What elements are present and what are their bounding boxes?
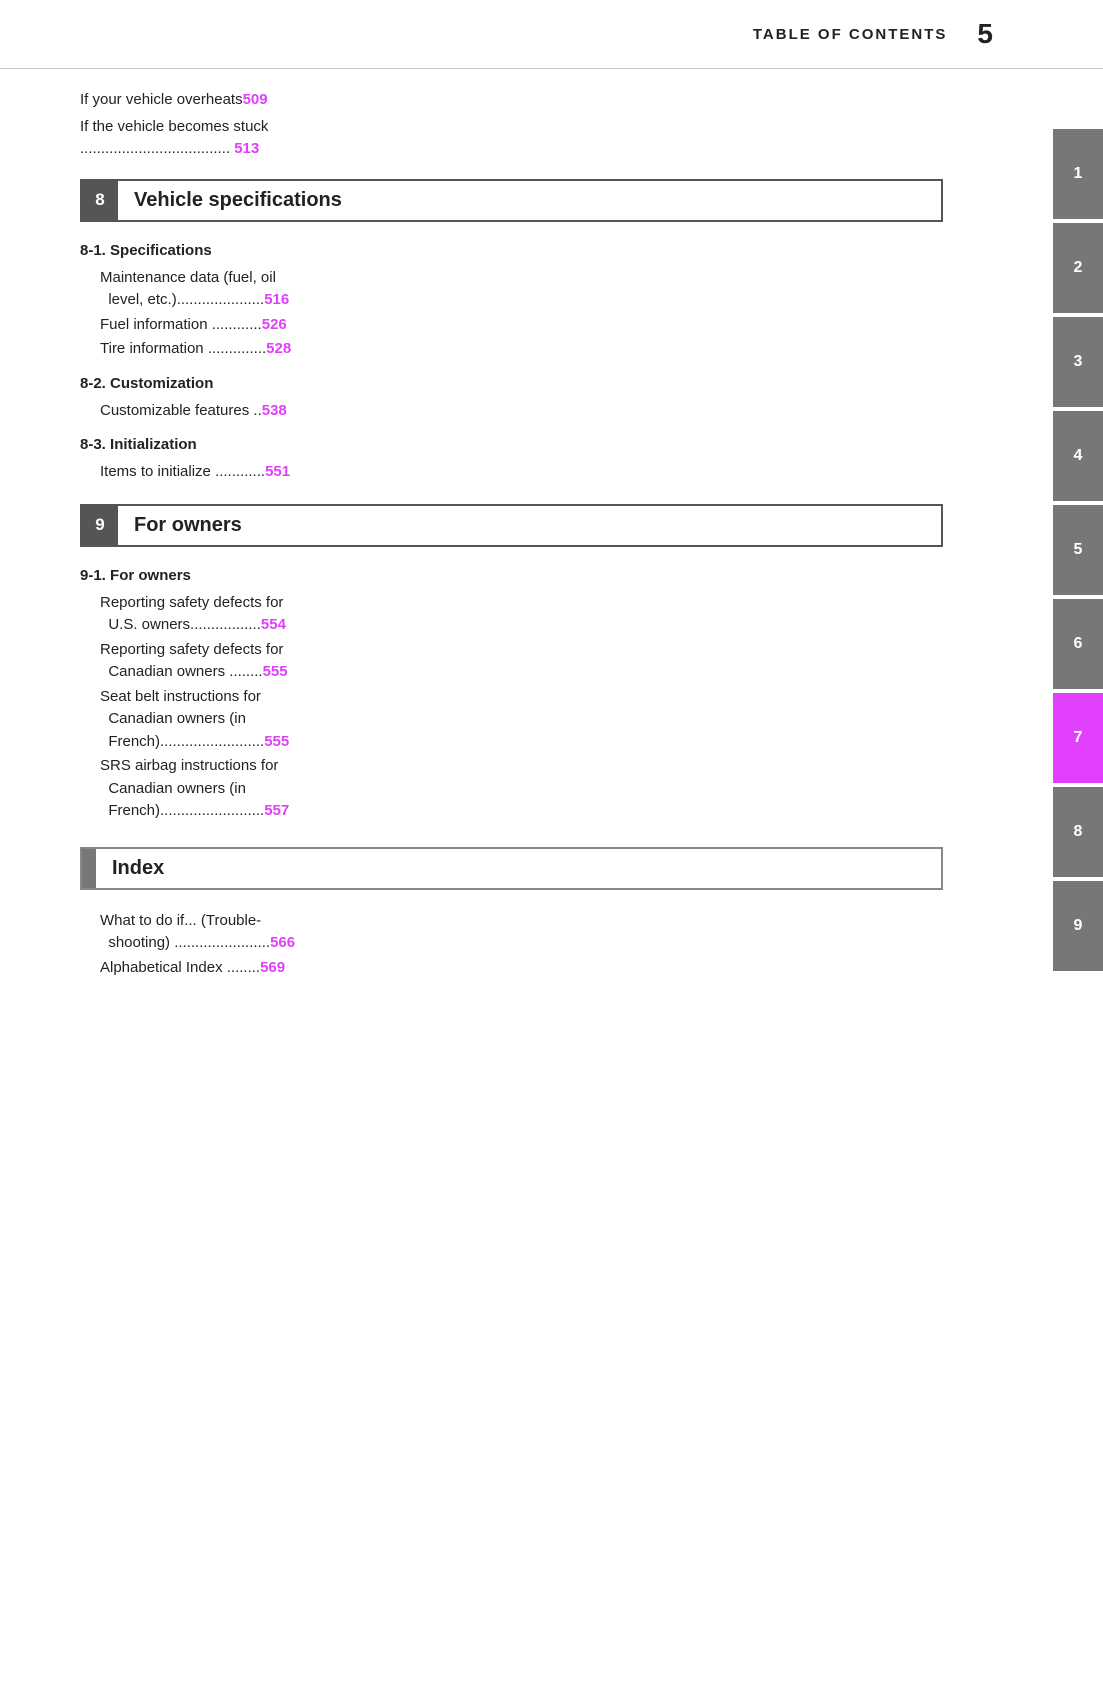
- subsection-8-3-name: Initialization: [110, 436, 197, 453]
- entry-alphabetical-index: Alphabetical Index ........569: [80, 957, 943, 980]
- subsection-8-2-name: Customization: [110, 375, 213, 392]
- section-9-title: For owners: [118, 506, 258, 545]
- subsection-9-1-label: 9-1.: [80, 567, 106, 584]
- index-section-header: Index: [80, 847, 943, 890]
- entry-fuel-page: 526: [262, 316, 287, 333]
- entry-maintenance-text: Maintenance data (fuel, oil level, etc.)…: [100, 269, 276, 309]
- sidebar-tab-7-label: 7: [1074, 729, 1083, 747]
- entry-reporting-canada-text: Reporting safety defects for Canadian ow…: [100, 641, 283, 681]
- entry-stuck: If the vehicle becomes stuck ...........…: [80, 116, 943, 161]
- entry-reporting-us-text: Reporting safety defects for U.S. owners…: [100, 594, 283, 634]
- right-sidebar: 1 2 3 4 5 6 7: [1023, 69, 1103, 1021]
- entry-seatbelt-canada-text: Seat belt instructions for Canadian owne…: [100, 688, 264, 750]
- subsection-9-1-name: For owners: [110, 567, 191, 584]
- sidebar-tab-1[interactable]: 1: [1053, 129, 1103, 219]
- header-title: TABLE OF CONTENTS: [753, 26, 948, 43]
- entry-troubleshooting-page: 566: [270, 934, 295, 951]
- sidebar-tab-1-label: 1: [1074, 165, 1083, 183]
- subsection-8-2-header: 8-2. Customization: [80, 375, 943, 392]
- entry-items-text: Items to initialize ............: [100, 463, 265, 480]
- section-9-header: 9 For owners: [80, 504, 943, 547]
- entry-fuel-text: Fuel information ............: [100, 316, 262, 333]
- sidebar-tab-9[interactable]: 9: [1053, 881, 1103, 971]
- left-content: If your vehicle overheats509 If the vehi…: [0, 69, 1023, 1021]
- entry-reporting-us-page: 554: [261, 616, 286, 633]
- index-title: Index: [96, 849, 180, 888]
- sidebar-tab-6-label: 6: [1074, 635, 1083, 653]
- entry-items-initialize: Items to initialize ............551: [80, 461, 943, 484]
- prev-entries: If your vehicle overheats509 If the vehi…: [80, 89, 943, 161]
- entry-seatbelt-canada: Seat belt instructions for Canadian owne…: [80, 686, 943, 754]
- subsection-8-3-label: 8-3.: [80, 436, 106, 453]
- sidebar-tab-9-label: 9: [1074, 917, 1083, 935]
- sidebar-tab-4[interactable]: 4: [1053, 411, 1103, 501]
- entry-reporting-us: Reporting safety defects for U.S. owners…: [80, 592, 943, 637]
- subsection-8-1-name: Specifications: [110, 242, 212, 259]
- page-header: TABLE OF CONTENTS 5: [0, 0, 1103, 69]
- index-color-bar: [82, 849, 96, 888]
- entry-maintenance-data: Maintenance data (fuel, oil level, etc.)…: [80, 267, 943, 312]
- sidebar-tab-3-label: 3: [1074, 353, 1083, 371]
- section-8-header: 8 Vehicle specifications: [80, 179, 943, 222]
- section-9-number: 9: [82, 506, 118, 545]
- sidebar-tab-4-label: 4: [1074, 447, 1083, 465]
- subsection-8-1-header: 8-1. Specifications: [80, 242, 943, 259]
- entry-troubleshooting: What to do if... (Trouble- shooting) ...…: [80, 910, 943, 955]
- entry-srs-canada-text: SRS airbag instructions for Canadian own…: [100, 757, 278, 819]
- section-8-number: 8: [82, 181, 118, 220]
- sidebar-tab-5-label: 5: [1074, 541, 1083, 559]
- header-page-number: 5: [977, 18, 993, 50]
- sidebar-tab-6[interactable]: 6: [1053, 599, 1103, 689]
- entry-alphabetical-text: Alphabetical Index ........: [100, 959, 260, 976]
- sidebar-tab-7[interactable]: 7: [1053, 693, 1103, 783]
- subsection-8-1-label: 8-1.: [80, 242, 106, 259]
- entry-stuck-text: If the vehicle becomes stuck: [80, 118, 268, 135]
- section-8-title: Vehicle specifications: [118, 181, 358, 220]
- entry-troubleshooting-text: What to do if... (Trouble- shooting) ...…: [100, 912, 270, 952]
- sidebar-tab-8-label: 8: [1074, 823, 1083, 841]
- entry-customizable-features: Customizable features ..538: [80, 400, 943, 423]
- entry-stuck-page: 513: [234, 140, 259, 157]
- sidebar-tab-8[interactable]: 8: [1053, 787, 1103, 877]
- sidebar-tab-3[interactable]: 3: [1053, 317, 1103, 407]
- entry-maintenance-page: 516: [264, 291, 289, 308]
- entry-overheats-page: 509: [243, 91, 268, 108]
- entry-overheats: If your vehicle overheats509: [80, 89, 943, 112]
- entry-reporting-canada-page: 555: [263, 663, 288, 680]
- entry-alphabetical-page: 569: [260, 959, 285, 976]
- subsection-9-1-header: 9-1. For owners: [80, 567, 943, 584]
- entry-tire-page: 528: [266, 340, 291, 357]
- entry-overheats-text: If your vehicle overheats: [80, 91, 243, 108]
- entry-seatbelt-canada-page: 555: [264, 733, 289, 750]
- sidebar-tab-5[interactable]: 5: [1053, 505, 1103, 595]
- entry-stuck-dots: ....................................: [80, 140, 234, 157]
- entry-customizable-text: Customizable features ..: [100, 402, 262, 419]
- sidebar-tab-2[interactable]: 2: [1053, 223, 1103, 313]
- page-container: TABLE OF CONTENTS 5 If your vehicle over…: [0, 0, 1103, 1693]
- sidebar-tab-2-label: 2: [1074, 259, 1083, 277]
- entry-srs-canada: SRS airbag instructions for Canadian own…: [80, 755, 943, 823]
- entry-customizable-page: 538: [262, 402, 287, 419]
- entry-tire-text: Tire information ..............: [100, 340, 266, 357]
- subsection-8-2-label: 8-2.: [80, 375, 106, 392]
- entry-reporting-canada: Reporting safety defects for Canadian ow…: [80, 639, 943, 684]
- entry-srs-canada-page: 557: [264, 802, 289, 819]
- entry-tire-info: Tire information ..............528: [80, 338, 943, 361]
- entry-fuel-info: Fuel information ............526: [80, 314, 943, 337]
- entry-items-page: 551: [265, 463, 290, 480]
- subsection-8-3-header: 8-3. Initialization: [80, 436, 943, 453]
- content-area: If your vehicle overheats509 If the vehi…: [0, 69, 1103, 1021]
